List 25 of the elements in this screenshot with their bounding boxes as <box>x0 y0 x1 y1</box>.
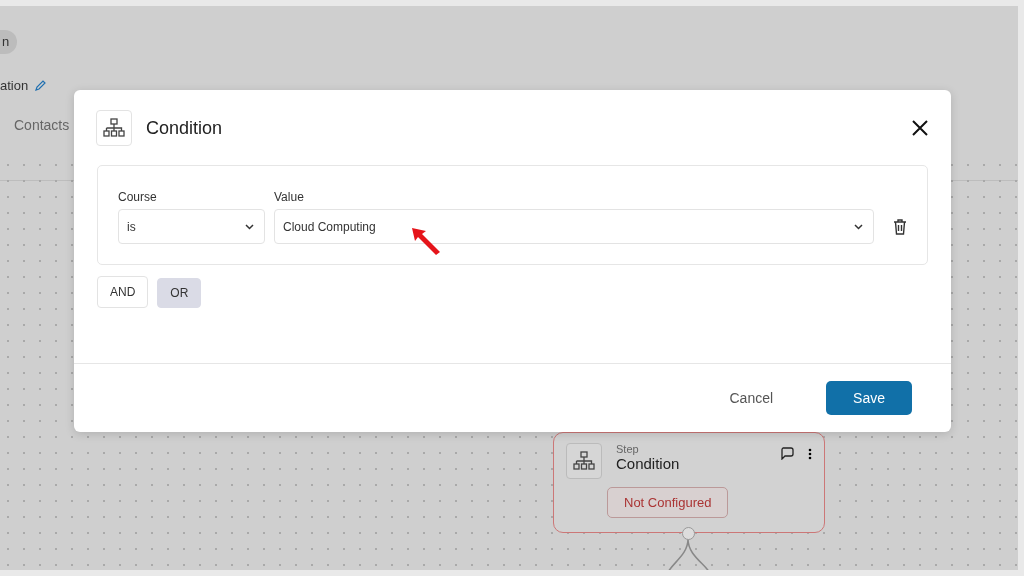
close-icon <box>911 119 929 137</box>
close-button[interactable] <box>911 119 929 137</box>
field-label: Value <box>274 190 305 204</box>
tab[interactable]: Contacts <box>14 117 70 133</box>
value-dropdown[interactable]: Cloud Computing <box>274 209 874 244</box>
connector-toggle[interactable]: OR <box>157 278 202 308</box>
status-badge: Not Configured <box>607 487 729 518</box>
connector-toggle[interactable]: AND <box>97 276 149 308</box>
save-button[interactable]: Save <box>826 381 912 415</box>
more-options-icon[interactable] <box>808 447 812 460</box>
status-pill: n <box>0 30 18 54</box>
node-caption: Step <box>616 443 640 455</box>
node-title: Condition <box>616 455 680 472</box>
flow-name: ation <box>0 78 29 93</box>
hierarchy-icon <box>103 118 125 138</box>
pencil-icon[interactable] <box>34 79 47 92</box>
hierarchy-icon <box>573 451 595 471</box>
field-label: Course <box>118 190 158 204</box>
chevron-down-icon <box>854 223 863 230</box>
cancel-button[interactable]: Cancel <box>702 381 801 415</box>
comment-icon[interactable] <box>780 447 794 460</box>
trash-icon <box>893 218 907 235</box>
dialog-title: Condition <box>146 117 223 139</box>
chevron-down-icon <box>245 223 254 230</box>
operator-dropdown[interactable]: is <box>118 209 265 244</box>
